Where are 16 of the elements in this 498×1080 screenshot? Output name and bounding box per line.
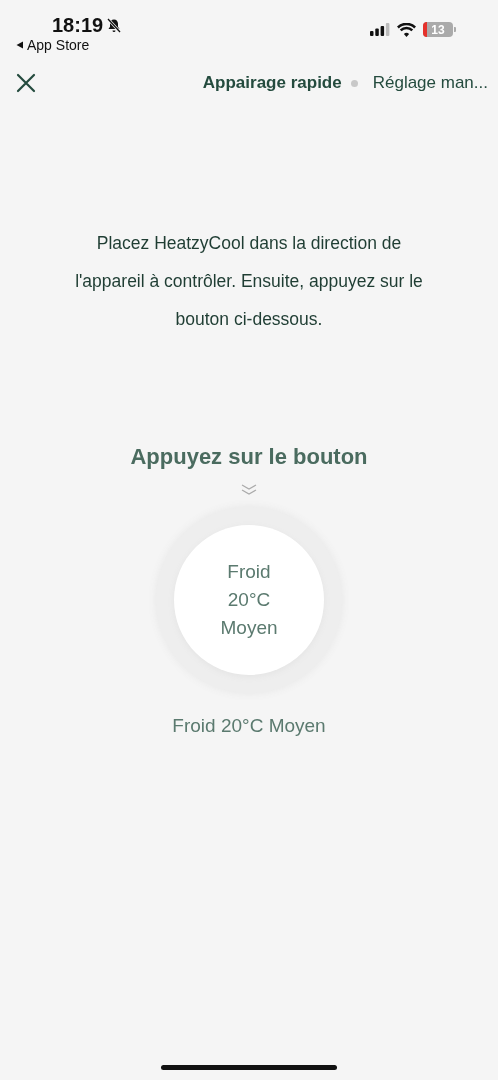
instruction-text: Placez HeatzyCool dans la direction de l'appareil à contrôler. Ensuite, appuyez sur le bouton ci-dessous. xyxy=(74,232,424,331)
remote-button[interactable]: Froid 20°C Moyen xyxy=(174,525,324,675)
back-arrow-icon xyxy=(16,41,24,49)
signal-icon xyxy=(370,23,390,36)
tab[interactable]: Réglage man... xyxy=(372,73,488,93)
back-to-app-link[interactable]: App Store xyxy=(16,37,122,53)
battery-icon: 13 xyxy=(423,22,456,37)
separator-dot xyxy=(350,79,358,87)
wifi-icon xyxy=(397,22,416,37)
close-button[interactable] xyxy=(14,71,38,95)
prompt-heading: Appuyez sur le bouton xyxy=(130,444,368,470)
status-time: 18:19 xyxy=(52,14,104,37)
command-caption: Froid 20°C Moyen xyxy=(172,715,326,737)
chevron-down-icon xyxy=(241,484,257,495)
bell-slash-icon xyxy=(107,18,122,33)
tab[interactable]: Appairage rapide xyxy=(202,73,342,93)
